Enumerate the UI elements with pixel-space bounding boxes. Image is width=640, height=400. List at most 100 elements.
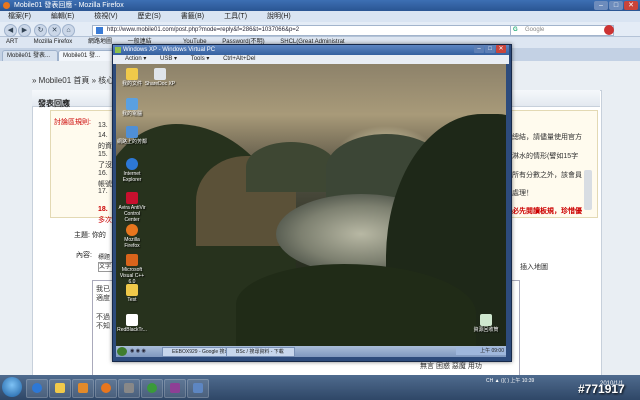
xp-task-google[interactable]: EEBOX929 - Google 搜尋 — [162, 347, 231, 357]
taskbar-gimp[interactable] — [118, 379, 140, 398]
content-label: 內容: — [76, 252, 92, 259]
xp-start-button[interactable] — [117, 347, 127, 356]
bookmark-art[interactable]: ART — [6, 37, 18, 48]
bookmark-map[interactable]: 網路地圖 — [88, 37, 112, 48]
vm-menu-tools[interactable]: Tools ▾ — [191, 55, 210, 64]
vm-close-button[interactable]: ✕ — [496, 45, 506, 53]
insert-map-link[interactable]: 插入地圖 — [520, 262, 548, 272]
desktop-icon-firefox[interactable]: Mozilla Firefox — [116, 224, 148, 249]
home-button[interactable]: ⌂ — [62, 24, 75, 37]
forward-button[interactable]: ▶ — [18, 24, 31, 37]
page-title: 發表回應 — [38, 99, 70, 108]
visual-cpp-icon — [126, 254, 138, 266]
search-input[interactable]: G Google — [510, 25, 614, 36]
desktop-icon-my-computer[interactable]: 我的電腦 — [116, 98, 148, 117]
menu-history[interactable]: 歷史(S) — [138, 13, 161, 20]
url-bar[interactable]: http://www.mobile01.com/post.php?mode=re… — [92, 25, 518, 36]
reload-button[interactable]: ↻ — [34, 24, 47, 37]
rule-18-cont: 多次 — [98, 217, 112, 224]
minimize-button[interactable]: – — [594, 1, 608, 10]
menu-file[interactable]: 檔案(F) — [8, 13, 31, 20]
rule-line: 淋水的情形(譬如15字 — [512, 153, 579, 160]
desktop-icon-visual-cpp[interactable]: Microsoft Visual C++ 6.0 — [116, 254, 148, 285]
editor-line: 不知 — [96, 323, 110, 330]
winrar-icon — [170, 383, 180, 393]
rule-line: 13. — [98, 122, 108, 129]
folder-icon — [126, 68, 138, 80]
xp-desktop[interactable]: 我的文件 ShareDoc XP 我的電腦 網路上的芳鄰 Internet Ex… — [116, 64, 506, 346]
vm-menu-usb[interactable]: USB ▾ — [160, 55, 177, 64]
close-button[interactable]: ✕ — [624, 1, 638, 10]
virtual-pc-icon — [193, 383, 203, 393]
media-player-icon — [78, 383, 88, 393]
system-tray[interactable]: CH ▲ ((( ) 上午 10:39 — [486, 377, 534, 384]
computer-icon — [126, 98, 138, 110]
menu-edit[interactable]: 編輯(E) — [51, 13, 74, 20]
taskbar-explorer[interactable] — [49, 379, 71, 398]
menu-help[interactable]: 說明(H) — [267, 13, 291, 20]
search-placeholder: Google — [525, 27, 545, 33]
firefox-title-bar: Mobile01 發表回應 - Mozilla Firefox – □ ✕ — [0, 0, 640, 11]
xp-task-download[interactable]: BSc / 搜尋資料 - 下載 — [226, 347, 295, 357]
rule-line: 14. — [98, 132, 108, 139]
taskbar-ie[interactable] — [26, 379, 48, 398]
firefox-icon — [126, 224, 138, 236]
forum-rules-label: 討論區規則: — [54, 119, 91, 126]
vm-menu-action[interactable]: Action ▾ — [125, 55, 146, 64]
rule-line: 16. — [98, 170, 108, 177]
virtual-pc-icon — [115, 47, 121, 53]
rule-18: 18. — [98, 206, 108, 213]
recycle-bin-icon — [480, 314, 492, 326]
tags-label: 標題 — [98, 255, 111, 261]
watermark-text: #771917 — [578, 382, 625, 396]
rule-line: 15. — [98, 151, 108, 158]
gimp-icon — [124, 383, 134, 393]
addon-icon[interactable] — [604, 25, 614, 35]
maximize-button[interactable]: □ — [609, 1, 623, 10]
desktop-icon-network[interactable]: 網路上的芳鄰 — [116, 126, 148, 145]
vm-maximize-button[interactable]: □ — [485, 45, 495, 53]
menu-tools[interactable]: 工具(T) — [224, 13, 247, 20]
network-icon — [126, 126, 138, 138]
window-title: Mobile01 發表回應 - Mozilla Firefox — [14, 2, 124, 9]
smiley-list[interactable]: 無言 困惑 惡魔 用功 — [420, 361, 482, 371]
rule-line: 17. — [98, 188, 108, 195]
desktop-icon-redblacktree[interactable]: RedBlackTr... — [116, 314, 148, 333]
breadcrumb[interactable]: » Mobile01 首頁 » 核心 — [32, 75, 114, 86]
desktop-icon-test[interactable]: Test — [116, 284, 148, 303]
taskbar-winrar[interactable] — [164, 379, 186, 398]
vm-menu-ctrl-alt-del[interactable]: Ctrl+Alt+Del — [223, 55, 255, 64]
firefox-icon — [101, 383, 111, 393]
vm-minimize-button[interactable]: – — [474, 45, 484, 53]
start-button[interactable] — [2, 377, 22, 397]
taskbar-firefox[interactable] — [95, 379, 117, 398]
menu-view[interactable]: 檢視(V) — [94, 13, 117, 20]
rule-line: 的資 — [98, 143, 112, 150]
desktop-icon-recycle-bin[interactable]: 資源回收筒 — [470, 314, 502, 333]
taskbar-chrome[interactable] — [141, 379, 163, 398]
xp-quick-launch[interactable]: ◉ ◉ ◉ — [130, 347, 160, 356]
topic-label: 主題: 你的 — [74, 232, 106, 239]
stop-button[interactable]: ✕ — [48, 24, 61, 37]
taskbar-media[interactable] — [72, 379, 94, 398]
app-icon — [126, 314, 138, 326]
rule-line: 所有分數之外，該會員 — [512, 172, 582, 179]
document-icon — [154, 68, 166, 80]
firefox-icon — [3, 2, 10, 9]
rule-line: 處理！ — [512, 190, 533, 197]
url-text: http://www.mobile01.com/post.php?mode=re… — [107, 27, 300, 33]
bookmark-firefox[interactable]: Mozilla Firefox — [34, 37, 73, 48]
back-button[interactable]: ◀ — [4, 24, 17, 37]
rule-line: 總結，請儘量使用官方 — [512, 134, 582, 141]
desktop-icon-ie[interactable]: Internet Explorer — [116, 158, 148, 183]
vm-menu-bar: Action ▾ USB ▾ Tools ▾ Ctrl+Alt+Del — [113, 55, 509, 64]
avira-icon — [126, 192, 138, 204]
rules-scrollbar[interactable] — [584, 170, 592, 210]
site-favicon-icon — [96, 27, 103, 34]
desktop-icon-avira[interactable]: Avira AntiVir Control Center — [116, 192, 148, 223]
xp-tray-clock: 上午 09:00 — [456, 347, 506, 355]
desktop-icon-sharedoc[interactable]: ShareDoc XP — [144, 68, 176, 87]
menu-bookmarks[interactable]: 書籤(B) — [181, 13, 204, 20]
taskbar-virtual-pc[interactable] — [187, 379, 209, 398]
menu-bar: 檔案(F) 編輯(E) 檢視(V) 歷史(S) 書籤(B) 工具(T) 說明(H… — [0, 11, 640, 22]
